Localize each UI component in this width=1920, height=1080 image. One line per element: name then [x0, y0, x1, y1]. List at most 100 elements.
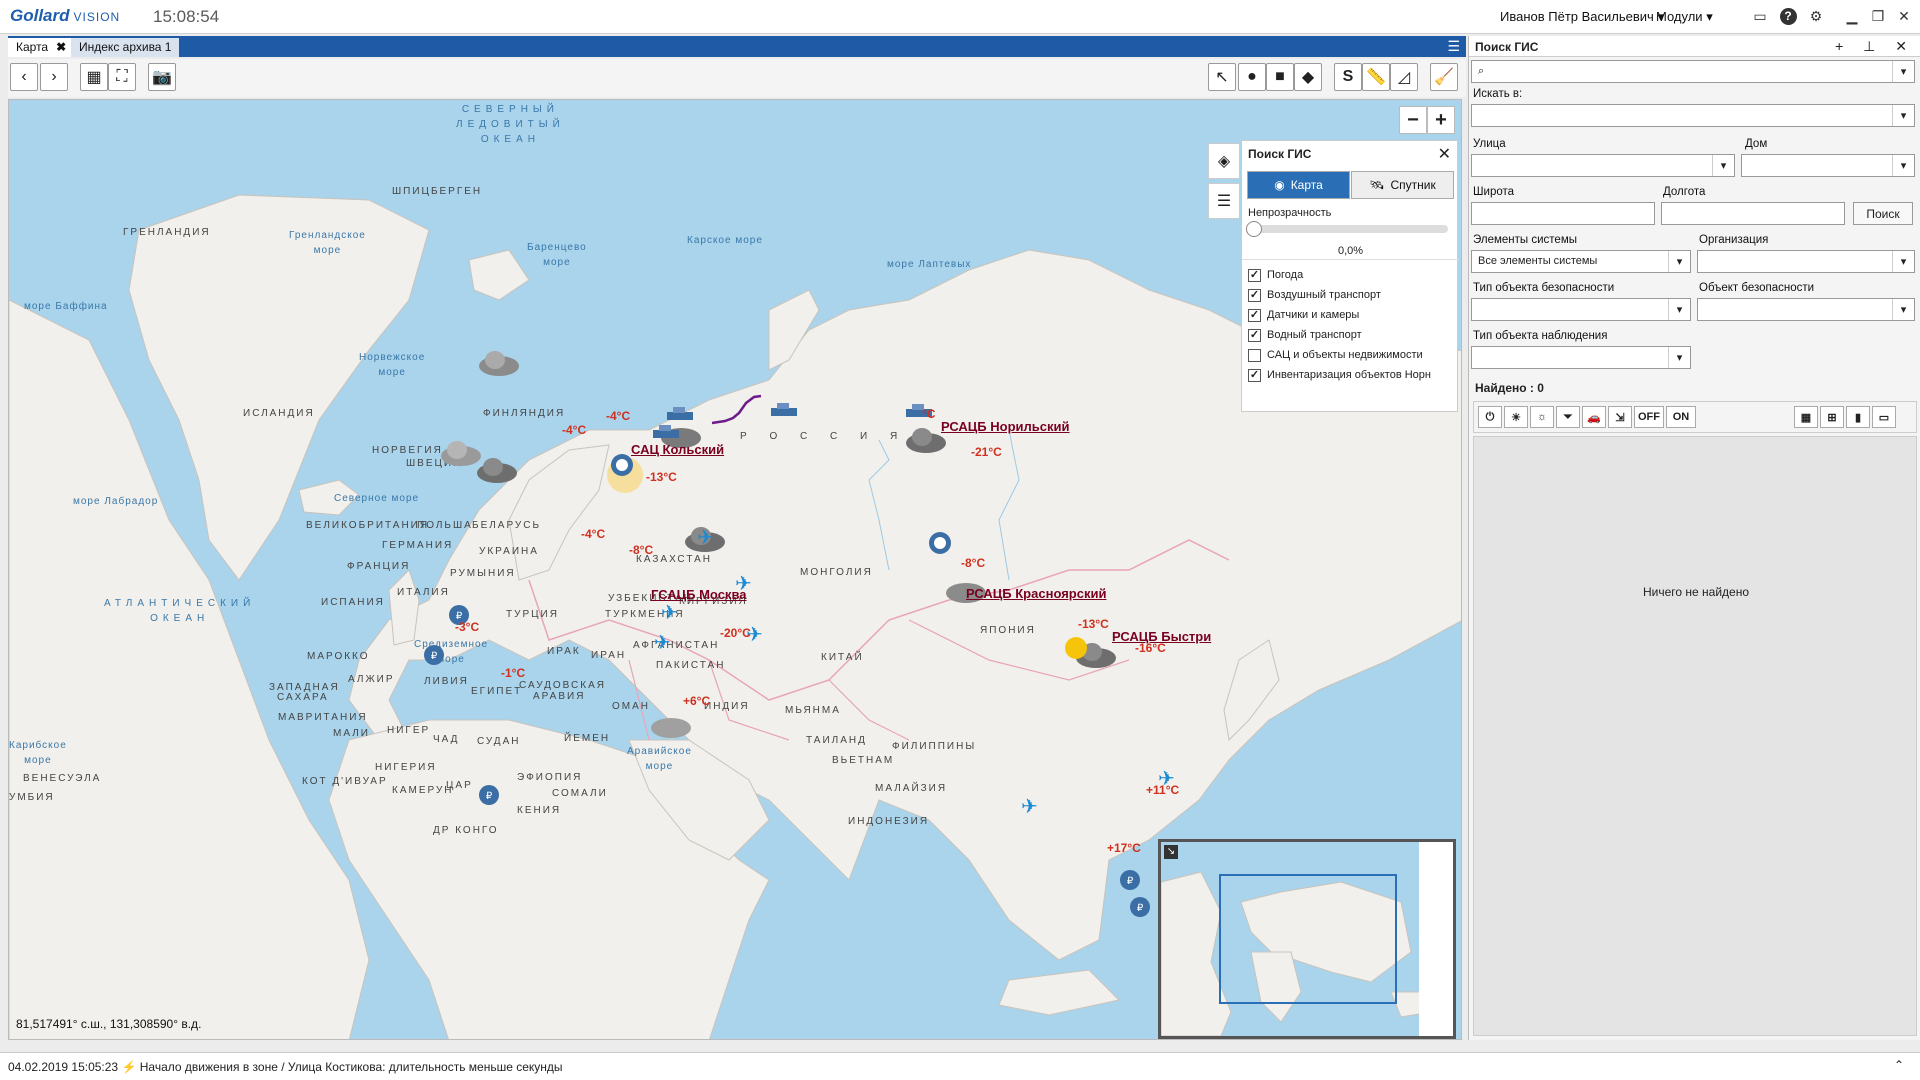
- checkbox[interactable]: [1248, 348, 1261, 362]
- station-label[interactable]: ГСАЦБ Москва: [651, 587, 747, 602]
- map-view-button[interactable]: ▦: [80, 63, 108, 91]
- fit-view-button[interactable]: ⛶: [108, 63, 136, 91]
- grid-icon[interactable]: ⊞: [1820, 406, 1844, 428]
- layer-sac-objects[interactable]: САЦ и объекты недвижимости: [1248, 345, 1456, 365]
- layer-weather[interactable]: ✓ Погода: [1248, 265, 1456, 285]
- tab-map[interactable]: Карта ✖: [8, 38, 75, 57]
- close-tab-icon[interactable]: ✖: [56, 40, 66, 54]
- zoom-out-button[interactable]: −: [1399, 106, 1427, 134]
- close-icon[interactable]: ✕: [1438, 144, 1451, 164]
- power-icon[interactable]: ⏻: [1478, 406, 1502, 428]
- cloud-icon[interactable]: [477, 348, 521, 378]
- longitude-input[interactable]: [1661, 202, 1845, 225]
- panel-controls[interactable]: + ⊥ ✕: [1835, 38, 1915, 55]
- checkbox[interactable]: ✓: [1248, 288, 1261, 302]
- temperature-label: -21°C: [971, 445, 1002, 459]
- system-elements-select[interactable]: Все элементы системы ▾: [1471, 250, 1691, 273]
- minimize-icon[interactable]: ▁: [1840, 5, 1864, 27]
- station-label[interactable]: РСАЦБ Быстри: [1112, 629, 1211, 644]
- zoom-in-button[interactable]: +: [1427, 106, 1455, 134]
- chevron-down-icon[interactable]: ▾: [1892, 61, 1914, 82]
- house-select[interactable]: ▾: [1741, 154, 1915, 177]
- ship-icon[interactable]: [665, 406, 695, 424]
- map-icon[interactable]: ▦: [1794, 406, 1818, 428]
- restore-icon[interactable]: ❐: [1866, 5, 1890, 27]
- checkbox[interactable]: ✓: [1248, 328, 1261, 342]
- help-icon[interactable]: ?: [1776, 5, 1800, 27]
- overview-map[interactable]: ↘: [1158, 839, 1456, 1039]
- pointer-tool[interactable]: ↖: [1208, 63, 1236, 91]
- security-object-select[interactable]: ▾: [1697, 298, 1915, 321]
- contrast-icon[interactable]: ☼: [1530, 406, 1554, 428]
- money-bag-icon[interactable]: ₽: [421, 640, 447, 666]
- layer-air-transport[interactable]: ✓ Воздушный транспорт: [1248, 285, 1456, 305]
- clear-tool[interactable]: 🧹: [1430, 63, 1458, 91]
- plane-icon[interactable]: ✈: [654, 630, 671, 655]
- satellite-mode-button[interactable]: 🛰 Спутник: [1351, 171, 1454, 199]
- temperature-label: -13°C: [646, 470, 677, 484]
- car-icon[interactable]: 🚗: [1582, 406, 1606, 428]
- on-button[interactable]: ON: [1666, 406, 1696, 428]
- checkbox[interactable]: ✓: [1248, 268, 1261, 282]
- device-icon[interactable]: ▮: [1846, 406, 1870, 428]
- security-type-select[interactable]: ▾: [1471, 298, 1691, 321]
- cloud-icon[interactable]: [475, 455, 519, 485]
- modules-menu[interactable]: Модули ▾: [1656, 9, 1713, 25]
- plane-icon[interactable]: ✈: [1021, 794, 1038, 819]
- observation-type-select[interactable]: ▾: [1471, 346, 1691, 369]
- window-icon[interactable]: ▭: [1748, 5, 1772, 27]
- opacity-slider-handle[interactable]: [1246, 221, 1262, 237]
- monitor-icon[interactable]: ▭: [1872, 406, 1896, 428]
- search-button[interactable]: Поиск: [1853, 202, 1913, 225]
- search-in-select[interactable]: ▾: [1471, 104, 1915, 127]
- cloud-icon[interactable]: [649, 710, 693, 740]
- camera-button[interactable]: 📷: [148, 63, 176, 91]
- angle-tool[interactable]: ◿: [1390, 63, 1418, 91]
- street-select[interactable]: ▾: [1471, 154, 1735, 177]
- ruler-tool[interactable]: 📏: [1362, 63, 1390, 91]
- station-label[interactable]: РСАЦБ Красноярский: [966, 586, 1106, 601]
- back-button[interactable]: ‹: [10, 63, 38, 91]
- status-message[interactable]: 04.02.2019 15:05:23 ⚡ Начало движения в …: [8, 1060, 563, 1074]
- tab-archive-index[interactable]: Индекс архива 1: [71, 38, 180, 57]
- ship-icon[interactable]: [769, 402, 799, 420]
- map-mode-button[interactable]: ◉ Карта: [1247, 171, 1350, 199]
- s-tool[interactable]: S: [1334, 63, 1362, 91]
- layers-icon[interactable]: ◈: [1208, 143, 1240, 179]
- layer-sensors[interactable]: ✓ Датчики и камеры: [1248, 305, 1456, 325]
- circle-tool[interactable]: ●: [1238, 63, 1266, 91]
- rectangle-tool[interactable]: ■: [1266, 63, 1294, 91]
- chevron-up-icon[interactable]: ⌃: [1894, 1058, 1904, 1072]
- checkbox[interactable]: ✓: [1248, 368, 1261, 382]
- user-menu[interactable]: Иванов Пётр Васильевич ▾: [1500, 9, 1664, 25]
- filter-icon[interactable]: ⏷: [1556, 406, 1580, 428]
- gear-icon[interactable]: ⚙: [1804, 5, 1828, 27]
- plane-icon[interactable]: ✈: [661, 600, 678, 625]
- off-button[interactable]: OFF: [1634, 406, 1664, 428]
- checkbox[interactable]: ✓: [1248, 308, 1261, 322]
- station-label[interactable]: РСАЦБ Норильский: [941, 419, 1069, 434]
- opacity-slider[interactable]: [1252, 225, 1448, 233]
- sensor-marker-icon[interactable]: [927, 530, 953, 556]
- layer-inventory[interactable]: ✓ Инвентаризация объектов Норн: [1248, 365, 1456, 385]
- organization-select[interactable]: ▾: [1697, 250, 1915, 273]
- menu-icon[interactable]: ☰: [1447, 38, 1460, 55]
- station-label[interactable]: САЦ Кольский: [631, 442, 724, 457]
- latitude-input[interactable]: [1471, 202, 1655, 225]
- viewport-rectangle[interactable]: [1219, 874, 1397, 1004]
- close-icon[interactable]: ✕: [1892, 5, 1916, 27]
- list-icon[interactable]: ☰: [1208, 183, 1240, 219]
- search-input[interactable]: ⌕ ▾: [1471, 60, 1915, 83]
- collapse-minimap-icon[interactable]: ↘: [1164, 845, 1178, 859]
- export-icon[interactable]: ⇲: [1608, 406, 1632, 428]
- money-bag-icon[interactable]: ₽: [1127, 892, 1153, 918]
- money-bag-icon[interactable]: ₽: [1117, 865, 1143, 891]
- layer-water-transport[interactable]: ✓ Водный транспорт: [1248, 325, 1456, 345]
- ship-icon[interactable]: [651, 424, 681, 442]
- polygon-tool[interactable]: ◆: [1294, 63, 1322, 91]
- forward-button[interactable]: ›: [40, 63, 68, 91]
- plane-icon[interactable]: ✈: [697, 525, 714, 550]
- money-bag-icon[interactable]: ₽: [476, 780, 502, 806]
- sun-icon[interactable]: [1062, 634, 1090, 662]
- brightness-icon[interactable]: ☀: [1504, 406, 1528, 428]
